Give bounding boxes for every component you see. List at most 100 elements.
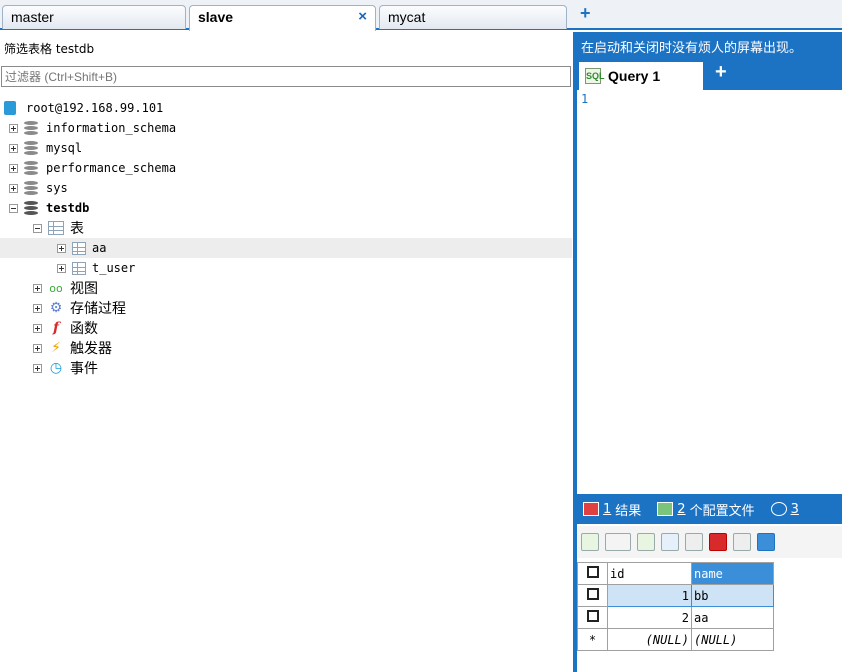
object-browser: 筛选表格 testdb root@192.168.99.101 informat… — [0, 32, 575, 672]
database-icon — [24, 200, 38, 216]
cell-name[interactable]: bb — [691, 584, 774, 607]
tab-query-1[interactable]: SQL Query 1 — [579, 62, 703, 90]
tree-folder-triggers[interactable]: ⚡ 触发器 — [0, 338, 572, 358]
table-icon — [72, 261, 86, 275]
expand-icon[interactable] — [9, 143, 18, 153]
query-panel: 在启动和关闭时没有烦人的屏幕出现。 SQL Query 1 + 1 1 结果 2… — [577, 32, 842, 672]
cell-name[interactable]: aa — [691, 606, 774, 629]
view-icon: oo — [49, 281, 63, 295]
new-row-marker: * — [577, 628, 608, 651]
tree-label: mysql — [46, 141, 83, 155]
grid-header-row: id name — [577, 562, 774, 585]
tab-mycat[interactable]: mycat — [379, 5, 567, 29]
close-icon[interactable]: × — [358, 8, 367, 25]
add-row-icon[interactable] — [581, 533, 599, 551]
tree-folder-events[interactable]: ◷ 事件 — [0, 358, 572, 378]
tree-db-testdb[interactable]: testdb — [0, 198, 572, 218]
expand-icon[interactable] — [33, 363, 42, 373]
table-folder-icon — [48, 221, 64, 235]
discard-icon[interactable] — [733, 533, 751, 551]
tree-folder-procedures[interactable]: ⚙ 存储过程 — [0, 298, 572, 318]
tree-table-aa[interactable]: aa — [0, 238, 572, 258]
profile-icon — [657, 502, 674, 516]
tree-db-sys[interactable]: sys — [0, 178, 572, 198]
tab-label: slave — [198, 9, 234, 25]
export-dropdown-icon[interactable] — [605, 533, 631, 551]
collapse-icon[interactable] — [9, 203, 18, 213]
tree-label: aa — [92, 241, 107, 255]
tree-db-information-schema[interactable]: information_schema — [0, 118, 572, 138]
cell-id[interactable]: 1 — [607, 584, 692, 607]
tab-info[interactable]: 3 — [770, 501, 803, 517]
expand-icon[interactable] — [33, 303, 42, 313]
tree-db-mysql[interactable]: mysql — [0, 138, 572, 158]
grid-view-icon[interactable] — [757, 533, 775, 551]
new-query-button[interactable]: + — [715, 61, 727, 84]
tab-profiles[interactable]: 2 个配置文件 — [657, 500, 755, 519]
tree-folder-functions[interactable]: f 函数 — [0, 318, 572, 338]
expand-icon[interactable] — [9, 183, 18, 193]
refresh-icon[interactable] — [661, 533, 679, 551]
query-icon: SQL — [585, 68, 605, 84]
tree-folder-tables[interactable]: 表 — [0, 218, 572, 238]
result-tab-bar: 1 结果 2 个配置文件 3 — [577, 494, 842, 524]
tab-label: master — [11, 9, 54, 25]
result-toolbar — [577, 526, 842, 558]
select-all-checkbox[interactable] — [577, 562, 608, 585]
gear-icon: ⚙ — [49, 300, 63, 316]
tree-db-performance-schema[interactable]: performance_schema — [0, 158, 572, 178]
column-header-id[interactable]: id — [607, 562, 692, 585]
expand-icon[interactable] — [9, 123, 18, 133]
expand-icon[interactable] — [57, 243, 66, 253]
query-tab-bar: SQL Query 1 + — [577, 60, 842, 90]
new-row[interactable]: * (NULL) (NULL) — [577, 628, 774, 651]
row-checkbox[interactable] — [577, 584, 608, 607]
tree-connection[interactable]: root@192.168.99.101 — [0, 98, 572, 118]
function-icon: f — [52, 320, 60, 336]
collapse-icon[interactable] — [33, 223, 42, 233]
expand-icon[interactable] — [33, 283, 42, 293]
tab-number: 3 — [790, 501, 799, 517]
tree-label: testdb — [46, 201, 90, 215]
table-row[interactable]: 2 aa — [577, 606, 774, 629]
connection-label: root@192.168.99.101 — [26, 101, 164, 115]
tree-label: performance_schema — [46, 161, 177, 175]
tab-label: 结果 — [615, 503, 642, 519]
insert-icon[interactable] — [637, 533, 655, 551]
database-icon — [24, 140, 38, 156]
tree-label: 视图 — [70, 281, 98, 297]
tree-label: 函数 — [70, 321, 98, 337]
tab-slave[interactable]: slave × — [189, 5, 376, 31]
database-icon — [24, 180, 38, 196]
tab-label: 个配置文件 — [689, 503, 755, 519]
tab-label: mycat — [388, 9, 426, 25]
cell-id[interactable]: 2 — [607, 606, 692, 629]
tree-label: 事件 — [70, 361, 98, 377]
database-icon — [24, 120, 38, 136]
cell-id[interactable]: (NULL) — [607, 628, 692, 651]
tab-master[interactable]: master — [2, 5, 186, 29]
filter-input[interactable] — [1, 66, 571, 87]
tab-results[interactable]: 1 结果 — [583, 500, 641, 519]
expand-icon[interactable] — [57, 263, 66, 273]
connection-tab-bar: master slave × mycat + — [0, 0, 842, 31]
save-icon[interactable] — [685, 533, 703, 551]
table-row[interactable]: 1 bb — [577, 584, 774, 607]
expand-icon[interactable] — [33, 323, 42, 333]
column-header-name[interactable]: name — [691, 562, 774, 585]
grid-icon — [583, 502, 599, 516]
expand-icon[interactable] — [33, 343, 42, 353]
tree-label: sys — [46, 181, 68, 195]
tree-folder-views[interactable]: oo 视图 — [0, 278, 572, 298]
tree-table-t-user[interactable]: t_user — [0, 258, 572, 278]
cell-name[interactable]: (NULL) — [691, 628, 774, 651]
tree-label: 触发器 — [70, 341, 112, 357]
row-checkbox[interactable] — [577, 606, 608, 629]
delete-icon[interactable] — [709, 533, 727, 551]
new-tab-button[interactable]: + — [580, 3, 591, 24]
tree-label: t_user — [92, 261, 136, 275]
query-tab-label: Query 1 — [608, 68, 661, 84]
expand-icon[interactable] — [9, 163, 18, 173]
sql-editor[interactable]: 1 — [577, 90, 842, 530]
lightning-icon: ⚡ — [51, 340, 61, 356]
